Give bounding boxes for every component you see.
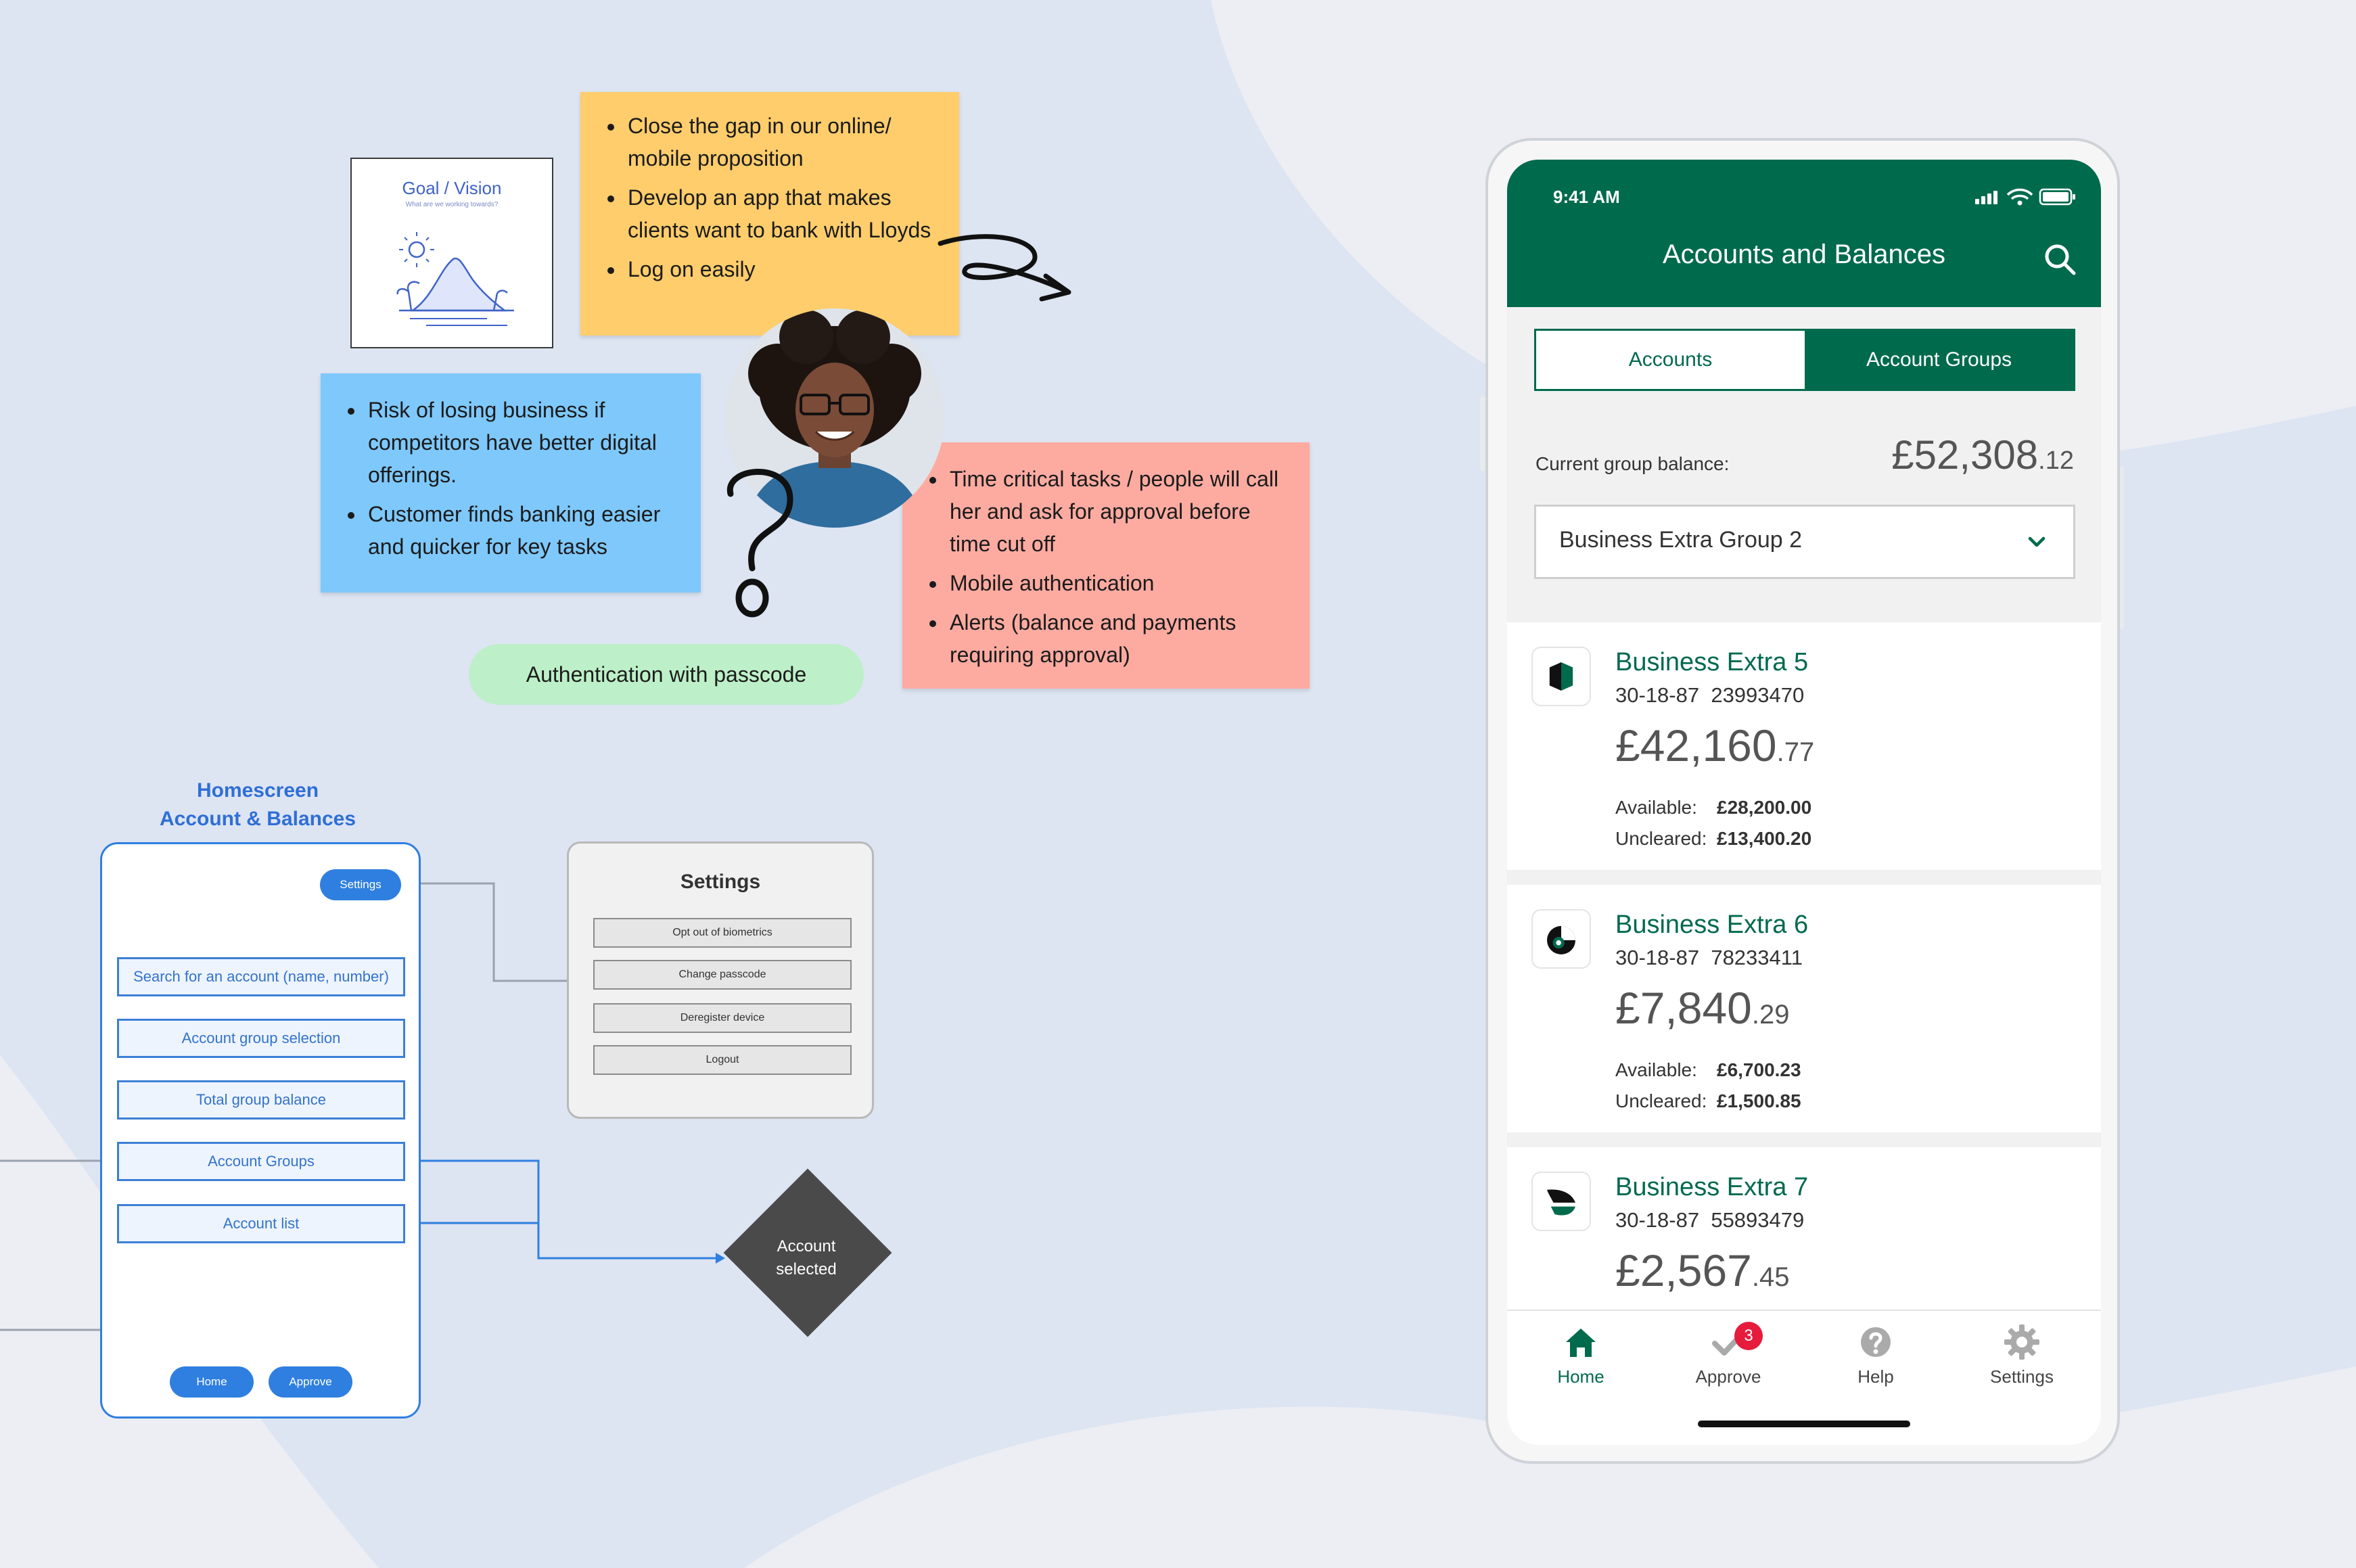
account-number: 30-18-87 78233411	[1615, 946, 1803, 970]
wireframe-group-selection-box: Account group selection	[117, 1019, 405, 1058]
phone-screen: 9:41 AM Accounts and Balances Accounts A…	[1507, 160, 2101, 1445]
group-select-dropdown[interactable]: Business Extra Group 2	[1534, 505, 2075, 579]
wireframe-settings-button: Settings	[320, 869, 401, 900]
balance-main: £52,308	[1891, 432, 2039, 478]
balance-main: £7,840	[1615, 983, 1752, 1033]
sort-code: 30-18-87	[1615, 1208, 1700, 1232]
balance-main: £2,567	[1615, 1245, 1752, 1295]
home-indicator	[1698, 1421, 1910, 1427]
sort-code: 30-18-87	[1615, 683, 1700, 707]
available-row: Available: £6,700.23	[1615, 1059, 1801, 1081]
gear-icon	[2004, 1324, 2039, 1360]
account-card[interactable]: Business Extra 6 30-18-87 78233411 £7,84…	[1507, 885, 2101, 1132]
uncleared-value: £13,400.20	[1717, 828, 1812, 849]
wireframe-homescreen: Settings Search for an account (name, nu…	[100, 842, 421, 1419]
tab-home[interactable]: Home	[1530, 1322, 1632, 1387]
account-name: Business Extra 6	[1615, 910, 1809, 939]
sort-code: 30-18-87	[1615, 946, 1700, 969]
tab-label: Help	[1857, 1366, 1894, 1387]
account-balance: £2,567.45	[1615, 1245, 1789, 1296]
approve-count-badge: 3	[1734, 1322, 1763, 1350]
tab-accounts[interactable]: Accounts	[1536, 331, 1805, 389]
account-logo-icon	[1531, 647, 1591, 706]
home-icon	[1566, 1329, 1596, 1357]
account-no: 55893479	[1711, 1208, 1805, 1232]
search-icon[interactable]	[2040, 239, 2081, 280]
wireframe-approve-button: Approve	[269, 1366, 352, 1398]
wireframe-total-balance-box: Total group balance	[117, 1080, 405, 1120]
account-number: 30-18-87 23993470	[1615, 683, 1804, 708]
account-no: 23993470	[1711, 683, 1805, 707]
wireframe-account-list-box: Account list	[117, 1204, 405, 1243]
wireframe-account-groups-box: Account Groups	[117, 1142, 405, 1181]
note-item: Time critical tasks / people will call h…	[947, 463, 1289, 560]
tab-account-groups[interactable]: Account Groups	[1805, 331, 2073, 389]
account-name: Business Extra 7	[1615, 1173, 1809, 1201]
account-card[interactable]: Business Extra 5 30-18-87 23993470 £42,1…	[1507, 622, 2101, 870]
group-balance-value: £52,308.12	[1891, 432, 2074, 478]
tab-settings[interactable]: Settings	[1971, 1322, 2073, 1387]
balance-cents: .29	[1751, 1000, 1790, 1030]
account-balance: £42,160.77	[1615, 720, 1814, 771]
account-logo-icon	[1531, 1172, 1591, 1231]
balance-cents: .77	[1776, 737, 1815, 767]
wireframe-settings-item: Logout	[593, 1045, 852, 1075]
tab-label: Home	[1557, 1366, 1604, 1387]
note-item: Alerts (balance and payments requiring a…	[947, 606, 1289, 671]
available-value: £6,700.23	[1717, 1059, 1801, 1080]
available-label: Available:	[1615, 1059, 1697, 1080]
uncleared-row: Uncleared: £13,400.20	[1615, 828, 1811, 850]
uncleared-row: Uncleared: £1,500.85	[1615, 1090, 1801, 1112]
available-label: Available:	[1615, 797, 1697, 818]
chevron-down-icon	[2028, 536, 2046, 547]
app-title: Accounts and Balances	[1662, 239, 1946, 269]
tab-label: Approve	[1695, 1366, 1761, 1387]
uncleared-label: Uncleared:	[1615, 1090, 1707, 1111]
account-no: 78233411	[1711, 946, 1803, 969]
decision-line: selected	[776, 1260, 837, 1278]
wireframe-settings-title: Settings	[680, 871, 761, 893]
note-item: Mobile authentication	[947, 567, 1289, 599]
available-value: £28,200.00	[1717, 797, 1812, 818]
group-select-value: Business Extra Group 2	[1559, 527, 1803, 553]
wireframe-search-box: Search for an account (name, number)	[117, 957, 405, 996]
available-row: Available: £28,200.00	[1615, 797, 1811, 818]
uncleared-value: £1,500.85	[1717, 1090, 1801, 1111]
help-icon	[1861, 1327, 1891, 1357]
account-name: Business Extra 5	[1615, 648, 1809, 676]
status-icons	[1975, 188, 2075, 206]
tab-approve[interactable]: 3 Approve	[1678, 1322, 1779, 1387]
app-header: 9:41 AM Accounts and Balances	[1507, 160, 2101, 307]
decision-line: Account	[777, 1237, 836, 1255]
wireframe-settings-item: Opt out of biometrics	[593, 918, 852, 948]
sticky-note-needs: Time critical tasks / people will call h…	[902, 442, 1310, 689]
balance-cents: .12	[2038, 446, 2074, 475]
segmented-control: Accounts Account Groups	[1534, 329, 2075, 391]
wireframe-decision-label: Account selected	[752, 1235, 860, 1281]
account-balance: £7,840.29	[1615, 982, 1789, 1034]
group-balance-label: Current group balance:	[1535, 453, 1730, 474]
phone-side-button	[1480, 396, 1485, 471]
wireframe-home-button: Home	[170, 1366, 254, 1398]
tab-label: Settings	[1990, 1366, 2054, 1387]
balance-cents: .45	[1751, 1262, 1790, 1292]
wireframe-settings-item: Change passcode	[593, 960, 852, 990]
wireframe-settings-panel: Settings Opt out of biometrics Change pa…	[567, 841, 874, 1119]
status-time: 9:41 AM	[1553, 187, 1620, 207]
hand-drawn-arrow	[938, 234, 1071, 302]
balance-main: £42,160	[1615, 720, 1777, 770]
account-number: 30-18-87 55893479	[1615, 1208, 1804, 1232]
account-logo-icon	[1531, 909, 1591, 969]
tab-help[interactable]: Help	[1825, 1322, 1926, 1387]
uncleared-label: Uncleared:	[1615, 828, 1707, 849]
wireframe-settings-item: Deregister device	[593, 1003, 852, 1033]
